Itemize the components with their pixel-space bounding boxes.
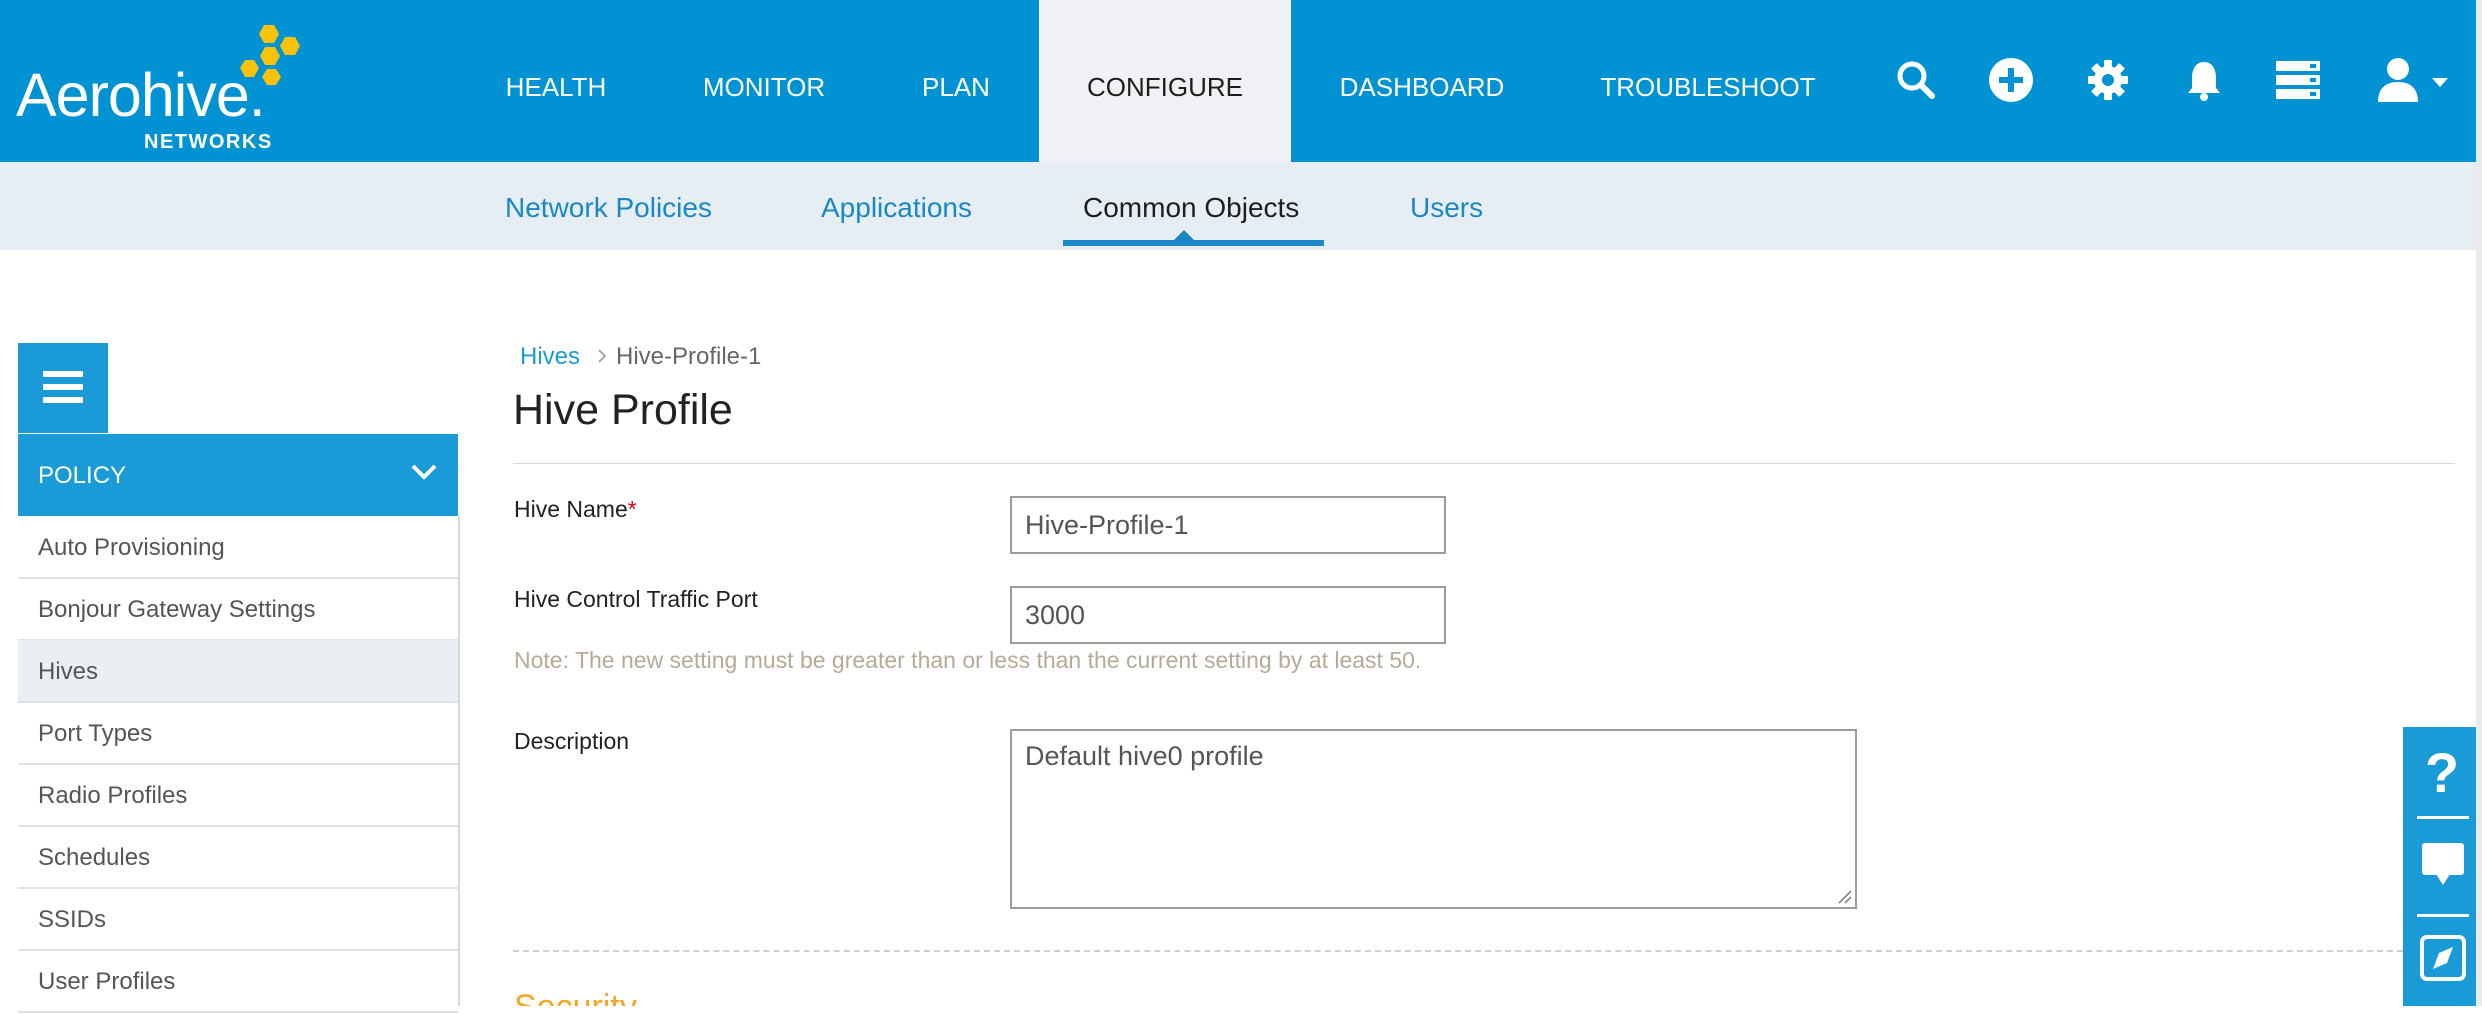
logo-hexagons-icon	[240, 25, 300, 85]
chat-bubble-icon[interactable]	[2403, 827, 2482, 907]
logo-wordmark: Aerohive.	[16, 61, 266, 129]
window-edge	[2476, 0, 2482, 1006]
search-icon[interactable]	[1892, 56, 1940, 104]
gear-icon[interactable]	[2084, 56, 2132, 104]
hive-name-input[interactable]	[1010, 496, 1446, 554]
hive-port-input[interactable]	[1010, 586, 1446, 644]
breadcrumb-chevron-icon	[598, 349, 607, 363]
sidebar-item-hives[interactable]: Hives	[18, 640, 458, 703]
subnav-active-caret	[1174, 230, 1194, 240]
port-note-text: Note: The new setting must be greater th…	[514, 647, 1422, 673]
subnav-network-policies[interactable]: Network Policies	[505, 162, 712, 250]
help-side-tabs: ?	[2403, 727, 2482, 1006]
sidebar-item-ssids[interactable]: SSIDs	[18, 888, 458, 951]
sidebar-item-radio-profiles[interactable]: Radio Profiles	[18, 764, 458, 827]
resize-grip-icon[interactable]	[1836, 888, 1852, 904]
top-navigation-bar: Aerohive. NETWORKS HEALTH MONITOR PLAN C…	[0, 0, 2482, 162]
policy-sidebar-list: Auto Provisioning Bonjour Gateway Settin…	[18, 516, 460, 1013]
section-divider	[513, 950, 2403, 952]
required-marker: *	[627, 496, 637, 522]
description-label: Description	[514, 728, 630, 754]
add-circle-icon[interactable]	[1987, 56, 2035, 104]
subnav-active-underline	[1063, 240, 1324, 246]
sidebar-item-auto-provisioning[interactable]: Auto Provisioning	[18, 516, 458, 579]
aerohive-logo[interactable]: Aerohive. NETWORKS	[16, 22, 316, 153]
description-textarea[interactable]: Default hive0 profile	[1010, 729, 1857, 909]
sidebar-item-schedules[interactable]: Schedules	[18, 826, 458, 889]
sidebar-item-user-profiles[interactable]: User Profiles	[18, 950, 458, 1013]
subnav-applications[interactable]: Applications	[821, 162, 972, 250]
chevron-down-icon	[411, 464, 437, 480]
policy-section-header[interactable]: POLICY	[18, 434, 458, 516]
nav-dashboard[interactable]: DASHBOARD	[1320, 0, 1524, 162]
breadcrumb-hives-link[interactable]: Hives	[520, 343, 580, 371]
nav-troubleshoot[interactable]: TROUBLESHOOT	[1584, 0, 1832, 162]
help-question-icon[interactable]: ?	[2403, 737, 2482, 809]
logo-subtext: NETWORKS	[144, 131, 273, 153]
security-section-title: Security	[514, 990, 637, 1006]
hive-port-label: Hive Control Traffic Port	[514, 586, 758, 612]
nav-monitor[interactable]: MONITOR	[684, 0, 844, 162]
hive-name-label: Hive Name*	[514, 496, 637, 522]
svg-text:?: ?	[2425, 741, 2459, 804]
policy-section-label: POLICY	[38, 462, 127, 489]
subnav-users[interactable]: Users	[1410, 162, 1483, 250]
compass-icon[interactable]	[2403, 923, 2482, 993]
server-icon[interactable]	[2274, 56, 2322, 104]
hamburger-icon[interactable]	[18, 343, 108, 433]
sidebar-item-bonjour-gateway[interactable]: Bonjour Gateway Settings	[18, 578, 458, 641]
bell-icon[interactable]	[2180, 56, 2228, 104]
nav-plan[interactable]: PLAN	[896, 0, 1016, 162]
sidebar-item-port-types[interactable]: Port Types	[18, 702, 458, 765]
page-title: Hive Profile	[513, 386, 733, 434]
breadcrumb-current: Hive-Profile-1	[616, 343, 762, 370]
title-divider	[513, 463, 2455, 464]
nav-health[interactable]: HEALTH	[484, 0, 628, 162]
user-icon[interactable]	[2376, 56, 2458, 104]
sub-navigation-bar: Network Policies Applications Common Obj…	[0, 162, 2482, 250]
nav-configure[interactable]: CONFIGURE	[1039, 0, 1291, 162]
